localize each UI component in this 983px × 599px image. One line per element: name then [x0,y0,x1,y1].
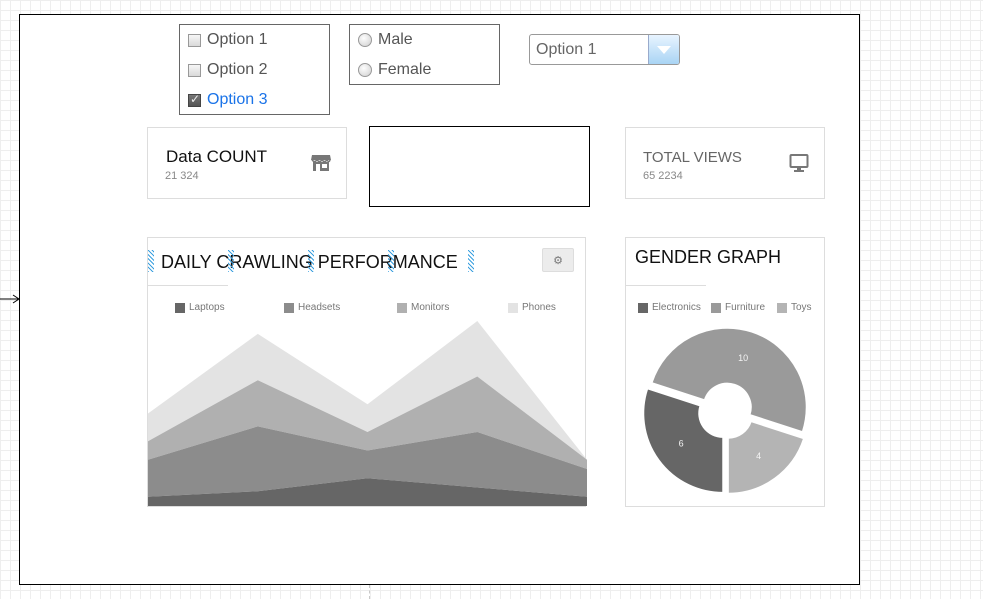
radio-icon[interactable] [358,33,372,47]
donut-slice-toys [727,421,805,494]
chevron-down-icon[interactable] [648,35,679,64]
radio-label: Female [378,61,432,78]
radio-label: Male [378,31,413,48]
card-title: Data COUNT [166,147,268,166]
checkbox-option-1[interactable]: Option 1 [188,30,267,50]
dropdown-value: Option 1 [536,41,597,58]
store-icon [311,155,331,171]
radio-group: Male Female [349,24,500,85]
option-dropdown[interactable]: Option 1 [529,34,680,65]
donut-data-label-toys: 4 [756,451,761,461]
card-value: 65 2234 [643,170,683,182]
card-title: TOTAL VIEWS [643,149,742,166]
checkbox-icon[interactable] [188,63,201,77]
checkbox-icon[interactable] [188,33,201,47]
radio-icon[interactable] [358,63,372,77]
checkbox-checked-icon[interactable] [188,92,201,107]
donut-data-label-electronics: 6 [679,439,684,449]
daily-performance-panel: DAILY CRAWLING PERFORMANCE LaptopsHeadse… [147,237,587,507]
empty-placeholder-box[interactable] [369,126,590,207]
center-guide [369,585,370,599]
card-value: 21 324 [165,170,199,182]
radio-option-female[interactable]: Female [358,60,431,80]
checkbox-label: Option 3 [207,91,268,108]
gender-graph-panel: GENDER GRAPH Electronics Furniture Toys 61… [625,237,825,507]
donut-data-label-furniture: 10 [738,353,748,363]
checkbox-label: Option 2 [207,61,268,78]
radio-option-male[interactable]: Male [358,30,413,50]
checkbox-option-2[interactable]: Option 2 [188,60,267,80]
area-chart [148,321,587,506]
settings-button[interactable]: ⚙ [542,248,574,272]
connector-arrow-icon [0,294,20,304]
total-views-card: TOTAL VIEWS 65 2234 [625,127,825,199]
checkbox-option-3[interactable]: Option 3 [188,90,267,110]
checkbox-group: Option 1 Option 2 Option 3 [179,24,330,115]
checkbox-label: Option 1 [207,31,268,48]
donut-chart: 6 10 4 [643,327,807,494]
data-count-card: Data COUNT 21 324 [147,127,347,199]
monitor-icon [789,154,809,172]
gear-icon: ⚙ [553,254,563,267]
